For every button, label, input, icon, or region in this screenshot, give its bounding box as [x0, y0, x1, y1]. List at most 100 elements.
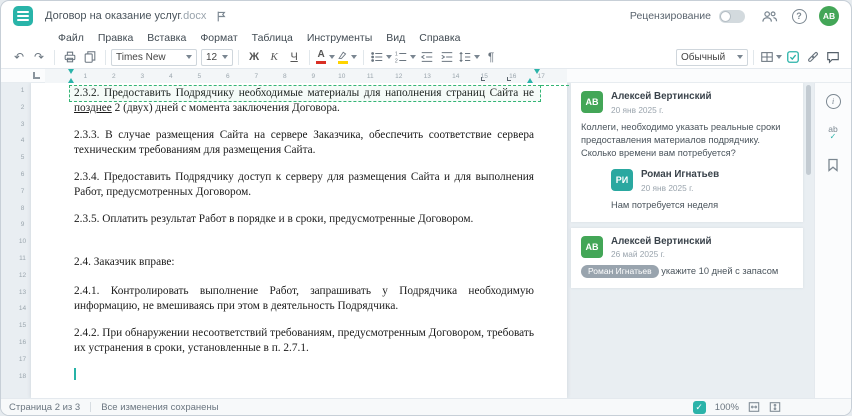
ruler-bar: 1 2 3 4 5 6 7 8 9 10 11 12 13 14 15 16 17	[1, 69, 851, 83]
scrollbar-thumb[interactable]	[806, 85, 811, 175]
fit-height-button[interactable]	[769, 401, 781, 413]
vertical-ruler[interactable]: 1 2 3 4 5 6 7 8 9 10 11 12 13 14 15 16 17 18	[15, 87, 30, 389]
paragraph[interactable]: 2.3.2. Предоставить Подрядчику необходим…	[74, 86, 534, 116]
ruler-number: 15	[18, 322, 27, 330]
help-icon[interactable]: ?	[789, 6, 809, 26]
menu-item[interactable]: Таблица	[252, 32, 293, 44]
ruler-number: 14	[18, 305, 27, 313]
collaboration-users-icon[interactable]	[759, 6, 779, 26]
paragraph-marks-button[interactable]: ¶	[482, 48, 500, 66]
text-cursor	[74, 368, 76, 380]
comment-text: Роман Игнатьев укажите 10 дней с запасом	[581, 265, 793, 279]
first-line-indent-marker[interactable]	[68, 69, 74, 74]
toolbar-divider	[238, 49, 240, 65]
user-avatar[interactable]: АВ	[819, 6, 839, 26]
font-size-value: 12	[206, 51, 218, 63]
redo-button[interactable]: ↷	[30, 48, 48, 66]
tab-stop-icon[interactable]	[481, 77, 485, 81]
help-icon-glyph: ?	[791, 8, 807, 24]
vertical-scrollbar[interactable]	[805, 83, 812, 398]
ruler-number: 17	[18, 355, 27, 363]
paragraph[interactable]: 2.3.3. В случае размещения Сайта на серв…	[74, 128, 534, 158]
favorite-flag-icon[interactable]	[215, 10, 228, 23]
insert-link-button[interactable]	[804, 48, 822, 66]
ruler-number: 12	[395, 72, 403, 80]
ruler-number: 1	[83, 72, 88, 80]
menu-item[interactable]: Инструменты	[307, 32, 372, 44]
font-name-select[interactable]: Times New	[111, 48, 197, 66]
ruler-number: 14	[452, 72, 460, 80]
tab-selector-icon[interactable]	[33, 72, 40, 79]
menu-item[interactable]: Вид	[386, 32, 405, 44]
format-toolbar: ↶ ↷ Times New 12 Ж К Ч А 1 2 ¶ Обычный	[1, 46, 851, 69]
underline-button[interactable]: Ч	[285, 48, 303, 66]
decrease-indent-button[interactable]	[418, 48, 436, 66]
paragraph[interactable]: 2.3.4. Предоставить Подрядчику доступ к …	[74, 170, 534, 200]
horizontal-ruler[interactable]: 1 2 3 4 5 6 7 8 9 10 11 12 13 14 15 16 17	[45, 69, 567, 83]
menu-item[interactable]: Правка	[98, 32, 133, 44]
menu-item[interactable]: Файл	[58, 32, 84, 44]
page-indicator[interactable]: Страница 2 из 3	[9, 402, 80, 413]
ruler-number: 18	[18, 372, 27, 380]
italic-button[interactable]: К	[265, 48, 283, 66]
document-page[interactable]: 2.3.2. Предоставить Подрядчику необходим…	[31, 83, 567, 398]
highlight-button[interactable]	[337, 48, 358, 66]
ruler-number: 9	[311, 72, 316, 80]
bullet-list-button[interactable]	[370, 48, 393, 66]
print-button[interactable]	[61, 48, 79, 66]
tab-stop-marker[interactable]	[534, 69, 540, 74]
comment-reply[interactable]: РИ Роман Игнатьев 20 янв 2025 г. Нам пот…	[611, 168, 793, 212]
ruler-number: 3	[20, 120, 25, 128]
increase-indent-button[interactable]	[438, 48, 456, 66]
paragraph[interactable]: 2.4.2. При обнаружении несоответствий тр…	[74, 326, 534, 356]
bookmark-button[interactable]	[822, 155, 844, 175]
numbered-list-button[interactable]: 12	[394, 48, 417, 66]
font-color-button[interactable]: А	[316, 48, 336, 66]
ruler-number: 8	[20, 204, 25, 212]
zoom-value[interactable]: 100%	[715, 402, 739, 413]
toggle-knob	[720, 10, 731, 22]
line-spacing-button[interactable]	[458, 48, 481, 66]
ruler-number: 3	[140, 72, 145, 80]
tracked-insertion: позднее	[74, 102, 112, 114]
reply-header: РИ Роман Игнатьев 20 янв 2025 г.	[611, 168, 793, 193]
comment-thread[interactable]: АВ Алексей Вертинский 20 янв 2025 г. Кол…	[571, 83, 803, 222]
bold-button[interactable]: Ж	[245, 48, 263, 66]
chevron-down-icon	[386, 55, 393, 59]
toolbar-divider	[54, 49, 55, 65]
chevron-down-icon	[222, 55, 229, 59]
paragraph[interactable]: 2.4. Заказчик вправе:	[74, 255, 534, 270]
font-color-swatch	[316, 61, 327, 64]
comment-button[interactable]	[824, 48, 842, 66]
ruler-number: 7	[254, 72, 259, 80]
paragraph[interactable]: 2.4.1. Контролировать выполнение Работ, …	[74, 284, 534, 314]
copy-button[interactable]	[81, 48, 99, 66]
menu-item[interactable]: Формат	[200, 32, 237, 44]
paragraph-style-select[interactable]: Обычный	[676, 48, 748, 66]
review-toggle[interactable]	[719, 9, 745, 23]
font-size-select[interactable]: 12	[201, 48, 234, 66]
paragraph[interactable]: 2.3.5. Оплатить результат Работ в порядк…	[74, 212, 534, 227]
menu-item[interactable]: Справка	[419, 32, 460, 44]
info-button[interactable]: i	[822, 91, 844, 111]
svg-text:1: 1	[395, 51, 398, 57]
document-title: Договор на оказание услуг.docx	[45, 10, 206, 22]
comment-thread[interactable]: АВ Алексей Вертинский 26 май 2025 г. Ром…	[571, 227, 803, 289]
comment-header: АВ Алексей Вертинский 26 май 2025 г.	[581, 235, 793, 259]
mention-chip[interactable]: Роман Игнатьев	[581, 265, 659, 279]
spellcheck-button[interactable]: ab ✓	[822, 123, 844, 143]
ruler-number: 11	[366, 72, 374, 80]
statusbar-divider	[90, 402, 92, 412]
ruler-number: 8	[282, 72, 287, 80]
undo-button[interactable]: ↶	[10, 48, 28, 66]
status-bar: Страница 2 из 3 Все изменения сохранены …	[1, 398, 851, 415]
app-logo-icon[interactable]	[13, 6, 33, 26]
tab-stop-icon[interactable]	[507, 77, 511, 81]
menu-item[interactable]: Вставка	[147, 32, 186, 44]
ruler-number: 2	[20, 103, 25, 111]
accept-change-button[interactable]	[784, 48, 802, 66]
fit-width-button[interactable]	[748, 401, 760, 413]
fit-page-button[interactable]: ✓	[692, 400, 706, 414]
insert-table-button[interactable]	[760, 48, 782, 66]
ruler-number: 13	[423, 72, 431, 80]
